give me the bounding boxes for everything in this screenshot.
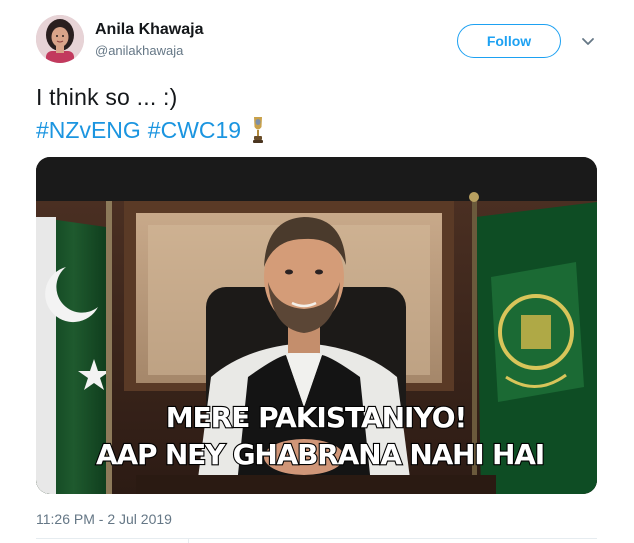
follow-button[interactable]: Follow xyxy=(457,24,561,58)
user-name[interactable]: Anila Khawaja xyxy=(95,21,203,39)
avatar[interactable] xyxy=(36,15,84,63)
user-handle[interactable]: @anilakhawaja xyxy=(95,43,183,58)
hashtag-nzveng[interactable]: #NZvENG xyxy=(36,117,141,144)
divider-tick xyxy=(188,538,189,543)
tweet-timestamp[interactable]: 11:26 PM - 2 Jul 2019 xyxy=(36,511,172,527)
tweet-hashtags: #NZvENG #CWC19 xyxy=(36,115,267,145)
meme-caption-line2: AAP NEY GHABRANA NAHI HAI xyxy=(96,438,544,471)
trophy-emoji-icon xyxy=(253,117,264,143)
tweet-media-image[interactable]: MERE PAKISTANIYO! AAP NEY GHABRANA NAHI … xyxy=(36,157,597,494)
chevron-down-icon[interactable] xyxy=(580,36,596,48)
tweet-card: Anila Khawaja @anilakhawaja Follow I thi… xyxy=(0,0,634,543)
divider xyxy=(36,538,597,539)
tweet-text: I think so ... :) xyxy=(36,84,178,110)
meme-caption-line1: MERE PAKISTANIYO! xyxy=(166,401,467,434)
hashtag-cwc19[interactable]: #CWC19 xyxy=(148,117,241,144)
